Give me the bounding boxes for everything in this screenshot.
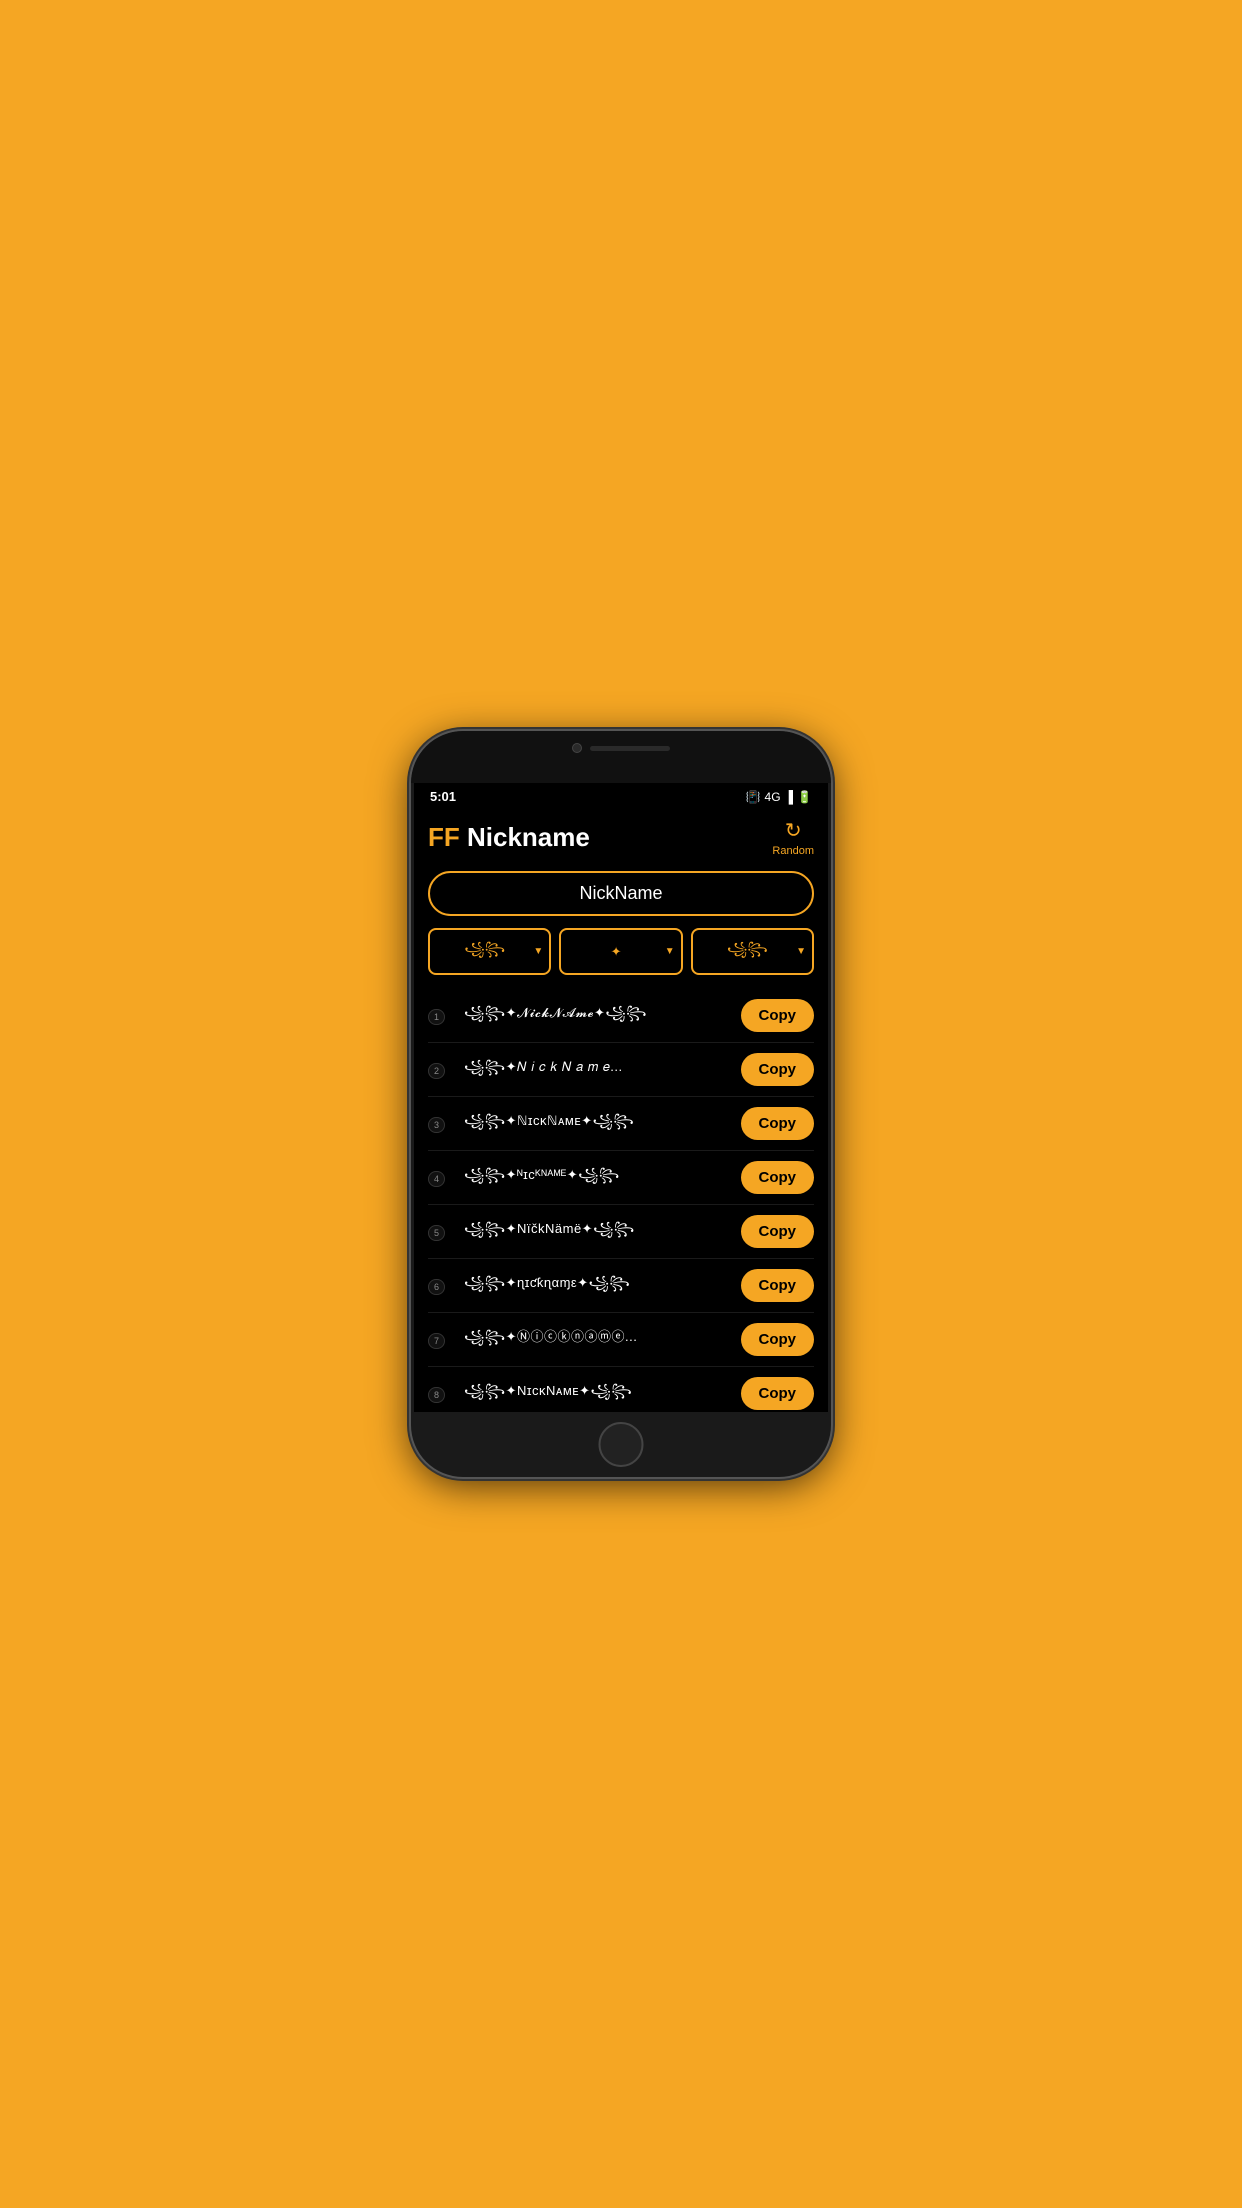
copy-button-3[interactable]: Copy	[741, 1107, 815, 1140]
status-bar: 5:01 📳 4G ▐ 🔋	[414, 783, 828, 808]
nickname-text-7: ꧁꧂✦Ⓝⓘⓒⓚⓝⓐⓜⓔ...	[464, 1326, 733, 1353]
item-number-1: 1	[428, 1007, 464, 1025]
app-title: FF Nickname	[428, 822, 590, 853]
nickname-text-6: ꧁꧂✦ɳɪƈƙɳαɱε✦꧁꧂	[464, 1272, 733, 1299]
item-number-4: 4	[428, 1169, 464, 1187]
status-time: 5:01	[430, 789, 456, 804]
list-item: 2 ꧁꧂✦𝑁 𝑖 𝑐 𝑘 𝑁 𝑎 𝑚 𝑒... Copy	[428, 1043, 814, 1097]
list-item: 8 ꧁꧂✦NɪᴄᴋNᴀᴍᴇ✦꧁꧂ Copy	[428, 1367, 814, 1412]
filter-dropdown-middle[interactable]: ✦ ▼	[559, 928, 682, 975]
copy-button-2[interactable]: Copy	[741, 1053, 815, 1086]
list-item: 6 ꧁꧂✦ɳɪƈƙɳαɱε✦꧁꧂ Copy	[428, 1259, 814, 1313]
screen: 5:01 📳 4G ▐ 🔋 FF Nickname ↻ Random	[414, 783, 828, 1412]
nickname-text-3: ꧁꧂✦ℕɪᴄᴋℕᴀᴍᴇ✦꧁꧂	[464, 1110, 733, 1137]
random-label: Random	[772, 845, 814, 857]
random-icon: ↻	[785, 818, 802, 843]
copy-button-4[interactable]: Copy	[741, 1161, 815, 1194]
notch-area	[572, 743, 670, 753]
item-number-7: 7	[428, 1331, 464, 1349]
speaker-bar	[590, 746, 670, 751]
app-content: FF Nickname ↻ Random ꧁꧂ ▼ ✦ ▼	[414, 808, 828, 1412]
random-button[interactable]: ↻ Random	[772, 818, 814, 857]
app-header: FF Nickname ↻ Random	[428, 818, 814, 857]
copy-button-8[interactable]: Copy	[741, 1377, 815, 1410]
filter-row: ꧁꧂ ▼ ✦ ▼ ꧁꧂ ▼	[428, 928, 814, 975]
copy-button-1[interactable]: Copy	[741, 999, 815, 1032]
title-label: Nickname	[460, 822, 590, 852]
list-item: 4 ꧁꧂✦ᴺɪᴄᴷᴺᴬᴹᴱ✦꧁꧂ Copy	[428, 1151, 814, 1205]
copy-button-6[interactable]: Copy	[741, 1269, 815, 1302]
filter-dropdown-left[interactable]: ꧁꧂ ▼	[428, 928, 551, 975]
wifi-icon: ▐	[785, 790, 794, 804]
home-button[interactable]	[599, 1422, 644, 1467]
item-number-8: 8	[428, 1385, 464, 1403]
status-icons: 📳 4G ▐ 🔋	[746, 790, 812, 804]
item-number-2: 2	[428, 1061, 464, 1079]
list-item: 7 ꧁꧂✦Ⓝⓘⓒⓚⓝⓐⓜⓔ... Copy	[428, 1313, 814, 1367]
list-item: 3 ꧁꧂✦ℕɪᴄᴋℕᴀᴍᴇ✦꧁꧂ Copy	[428, 1097, 814, 1151]
item-number-5: 5	[428, 1223, 464, 1241]
camera-dot	[572, 743, 582, 753]
battery-icon: 🔋	[797, 790, 812, 804]
nickname-input-row	[428, 871, 814, 916]
nickname-text-4: ꧁꧂✦ᴺɪᴄᴷᴺᴬᴹᴱ✦꧁꧂	[464, 1164, 733, 1191]
item-number-3: 3	[428, 1115, 464, 1133]
nickname-text-1: ꧁꧂✦𝓝𝓲𝓬𝓴𝓝𝓐𝓶𝓮✦꧁꧂	[464, 1002, 733, 1029]
signal-icon: 4G	[765, 790, 781, 804]
list-item: 5 ꧁꧂✦NïčkNämë✦꧁꧂ Copy	[428, 1205, 814, 1259]
copy-button-7[interactable]: Copy	[741, 1323, 815, 1356]
vibrate-icon: 📳	[746, 790, 761, 804]
chevron-down-icon-middle: ▼	[665, 946, 675, 957]
filter-dropdown-right[interactable]: ꧁꧂ ▼	[691, 928, 814, 975]
nickname-list: 1 ꧁꧂✦𝓝𝓲𝓬𝓴𝓝𝓐𝓶𝓮✦꧁꧂ Copy 2 ꧁꧂✦𝑁 𝑖 𝑐 𝑘 𝑁 𝑎 𝑚…	[428, 989, 814, 1412]
list-item: 1 ꧁꧂✦𝓝𝓲𝓬𝓴𝓝𝓐𝓶𝓮✦꧁꧂ Copy	[428, 989, 814, 1043]
chevron-down-icon-left: ▼	[533, 946, 543, 957]
filter-left-text: ꧁꧂	[436, 938, 533, 965]
nickname-text-2: ꧁꧂✦𝑁 𝑖 𝑐 𝑘 𝑁 𝑎 𝑚 𝑒...	[464, 1056, 733, 1083]
phone-frame: 5:01 📳 4G ▐ 🔋 FF Nickname ↻ Random	[411, 731, 831, 1477]
nickname-text-8: ꧁꧂✦NɪᴄᴋNᴀᴍᴇ✦꧁꧂	[464, 1380, 733, 1407]
copy-button-5[interactable]: Copy	[741, 1215, 815, 1248]
chevron-down-icon-right: ▼	[796, 946, 806, 957]
ff-label: FF	[428, 822, 460, 852]
nickname-input[interactable]	[428, 871, 814, 916]
filter-middle-text: ✦	[567, 944, 664, 960]
nickname-text-5: ꧁꧂✦NïčkNämë✦꧁꧂	[464, 1218, 733, 1245]
item-number-6: 6	[428, 1277, 464, 1295]
filter-right-text: ꧁꧂	[699, 938, 796, 965]
